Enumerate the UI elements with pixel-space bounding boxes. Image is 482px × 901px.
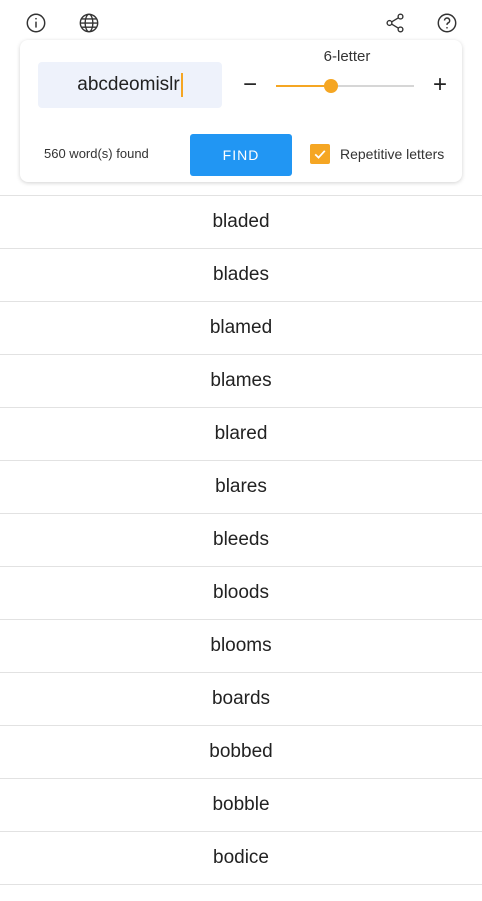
search-card: abcdeomislr 6-letter − + 560 word(s) fou… [20,40,462,182]
info-icon[interactable] [24,11,48,35]
word-length-slider[interactable] [276,79,414,93]
repetitive-letters-label: Repetitive letters [340,146,445,162]
share-icon[interactable] [383,11,407,35]
letters-input-value: abcdeomislr [77,74,180,95]
found-count-text: 560 word(s) found [44,146,149,161]
globe-icon[interactable] [77,11,101,35]
word-list-item[interactable]: bobbed [0,726,482,779]
increase-length-button[interactable]: + [427,71,453,98]
word-list-item[interactable]: blamed [0,302,482,355]
word-list-item[interactable]: bladed [0,196,482,249]
word-list-item[interactable]: blares [0,461,482,514]
checkmark-icon [314,150,326,159]
word-length-label: 6-letter [323,48,371,65]
word-list-item[interactable]: blared [0,408,482,461]
word-list-item[interactable]: bleeds [0,514,482,567]
slider-fill [276,85,332,87]
help-icon[interactable] [435,11,459,35]
word-list: bladed blades blamed blames blared blares blee… [0,195,482,901]
word-list-item[interactable]: boards [0,673,482,726]
word-list-item[interactable]: blooms [0,620,482,673]
slider-thumb[interactable] [324,79,339,93]
repetitive-letters-checkbox[interactable] [310,144,330,164]
letters-input[interactable]: abcdeomislr [38,62,222,108]
word-list-item[interactable]: blames [0,355,482,408]
word-list-item[interactable]: bobble [0,779,482,832]
word-list-item[interactable]: bodice [0,832,482,885]
find-button[interactable]: FIND [190,134,292,176]
word-list-item[interactable]: blades [0,249,482,302]
word-list-item[interactable]: bloods [0,567,482,620]
word-list-item[interactable]: bodied [0,885,482,901]
text-caret [180,73,183,97]
decrease-length-button[interactable]: − [237,71,263,98]
